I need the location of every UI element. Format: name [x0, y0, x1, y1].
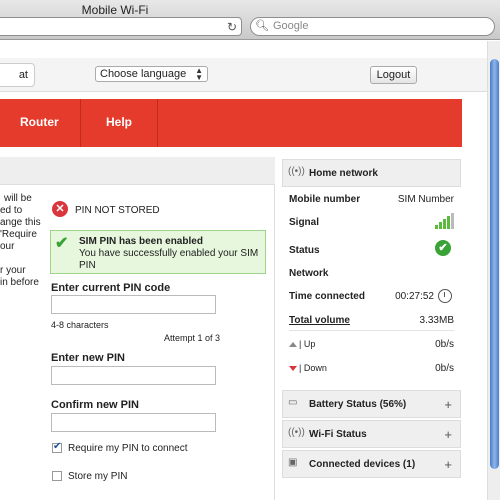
description-text: our	[0, 241, 15, 252]
current-pin-label: Enter current PIN code	[51, 282, 171, 294]
battery-status-title: Battery Status (56%)	[309, 399, 407, 410]
expand-icon[interactable]: +	[444, 457, 452, 472]
home-network-header: ((•)) Home network	[282, 159, 461, 187]
battery-icon: ▭	[288, 397, 298, 408]
nav-item-help[interactable]: Help	[106, 115, 132, 129]
window-title: Mobile Wi-Fi	[81, 3, 149, 17]
total-volume-link[interactable]: Total volume	[289, 315, 350, 326]
reload-icon[interactable]: ↻	[227, 20, 237, 34]
new-pin-input[interactable]	[51, 366, 216, 385]
download-row: | Down 0b/s	[289, 363, 454, 374]
main-nav: Router Help	[0, 99, 462, 147]
upload-label: | Up	[299, 339, 316, 349]
select-arrows-icon: ▲ ▼	[195, 66, 203, 82]
battery-status-header[interactable]: ▭ Battery Status (56%) +	[282, 390, 461, 418]
success-message: ✔ SIM PIN has been enabled You have succ…	[50, 230, 266, 274]
nav-divider	[80, 99, 81, 147]
require-pin-label: Require my PIN to connect	[68, 443, 188, 454]
clock-icon	[438, 289, 452, 303]
download-label: | Down	[299, 363, 327, 373]
check-icon: ✔	[55, 235, 69, 252]
search-placeholder: Google	[273, 20, 309, 32]
language-select[interactable]: Choose language ▲ ▼	[95, 66, 208, 82]
logout-button[interactable]: Logout	[370, 66, 417, 84]
top-bar: at Choose language ▲ ▼ Logout	[0, 58, 487, 92]
description-text: in before	[0, 277, 39, 288]
status-row: Status	[289, 245, 454, 256]
network-row: Network	[289, 268, 454, 279]
page-scrollbar[interactable]	[487, 41, 500, 500]
divider	[289, 330, 454, 331]
connected-devices-title: Connected devices (1)	[309, 459, 416, 470]
wifi-icon: ((•))	[288, 427, 305, 438]
time-connected-row: Time connected 00:27:52	[289, 291, 454, 302]
description-text: r your	[0, 265, 26, 276]
success-text: You have successfully enabled your SIM P…	[79, 248, 259, 271]
time-connected-value: 00:27:52	[395, 291, 434, 302]
mobile-number-row: Mobile number SIM Number	[289, 194, 454, 205]
home-network-title: Home network	[309, 168, 378, 179]
panel-header	[0, 157, 275, 185]
status-sidebar: ((•)) Home network Mobile number SIM Num…	[282, 157, 461, 500]
wifi-status-header[interactable]: ((•)) Wi-Fi Status +	[282, 420, 461, 448]
search-icon: 🔍︎	[255, 20, 269, 32]
signal-label: Signal	[289, 217, 320, 228]
expand-icon[interactable]: +	[444, 397, 452, 412]
connected-devices-header[interactable]: ▣ Connected devices (1) +	[282, 450, 461, 478]
new-pin-label: Enter new PIN	[51, 352, 125, 364]
pin-length-hint: 4-8 characters	[51, 320, 109, 330]
search-input[interactable]: 🔍︎ Google	[250, 17, 495, 36]
download-value: 0b/s	[435, 363, 454, 374]
mobile-number-value: SIM Number	[397, 194, 454, 205]
time-connected-label: Time connected	[289, 291, 365, 302]
confirm-pin-label: Confirm new PIN	[51, 399, 140, 411]
signal-row: Signal	[289, 217, 454, 228]
store-pin-label: Store my PIN	[68, 471, 128, 482]
address-bar[interactable]: ↻	[0, 17, 242, 36]
description-text: 'Require	[0, 229, 37, 240]
pin-status-text: PIN NOT STORED	[75, 205, 160, 216]
antenna-icon: ((•))	[288, 166, 305, 177]
network-label: Network	[289, 268, 329, 279]
mobile-number-label: Mobile number	[289, 194, 361, 205]
confirm-pin-input[interactable]	[51, 413, 216, 432]
upload-arrow-icon	[289, 342, 297, 347]
monitor-icon: ▣	[288, 457, 298, 468]
description-text: ed to	[0, 205, 23, 216]
scrollbar-thumb[interactable]	[490, 59, 499, 469]
expand-icon[interactable]: +	[444, 427, 452, 442]
store-pin-checkbox[interactable]	[52, 471, 62, 481]
total-volume-row: Total volume 3.33MB	[289, 315, 454, 326]
description-text: will be	[4, 193, 32, 204]
nav-divider	[157, 99, 158, 147]
require-pin-checkbox[interactable]	[52, 441, 62, 453]
current-pin-input[interactable]	[51, 295, 216, 314]
language-select-value: Choose language	[100, 68, 187, 80]
upload-value: 0b/s	[435, 339, 454, 350]
download-arrow-icon	[289, 366, 297, 371]
success-title: SIM PIN has been enabled	[79, 236, 203, 247]
nav-item-router[interactable]: Router	[20, 115, 59, 129]
error-icon: ✕	[52, 201, 68, 217]
attempt-counter: Attempt 1 of 3	[164, 333, 221, 343]
total-volume-value: 3.33MB	[419, 315, 454, 326]
upload-row: | Up 0b/s	[289, 339, 454, 350]
left-tab-button[interactable]: at	[0, 63, 35, 87]
signal-bars-icon	[435, 213, 454, 229]
browser-toolbar: Mobile Wi-Fi ↻ 🔍︎ Google	[0, 0, 500, 40]
status-label: Status	[289, 245, 320, 256]
description-text: ange this	[0, 217, 41, 228]
connected-check-icon: ✔	[435, 240, 451, 256]
wifi-status-title: Wi-Fi Status	[309, 429, 367, 440]
